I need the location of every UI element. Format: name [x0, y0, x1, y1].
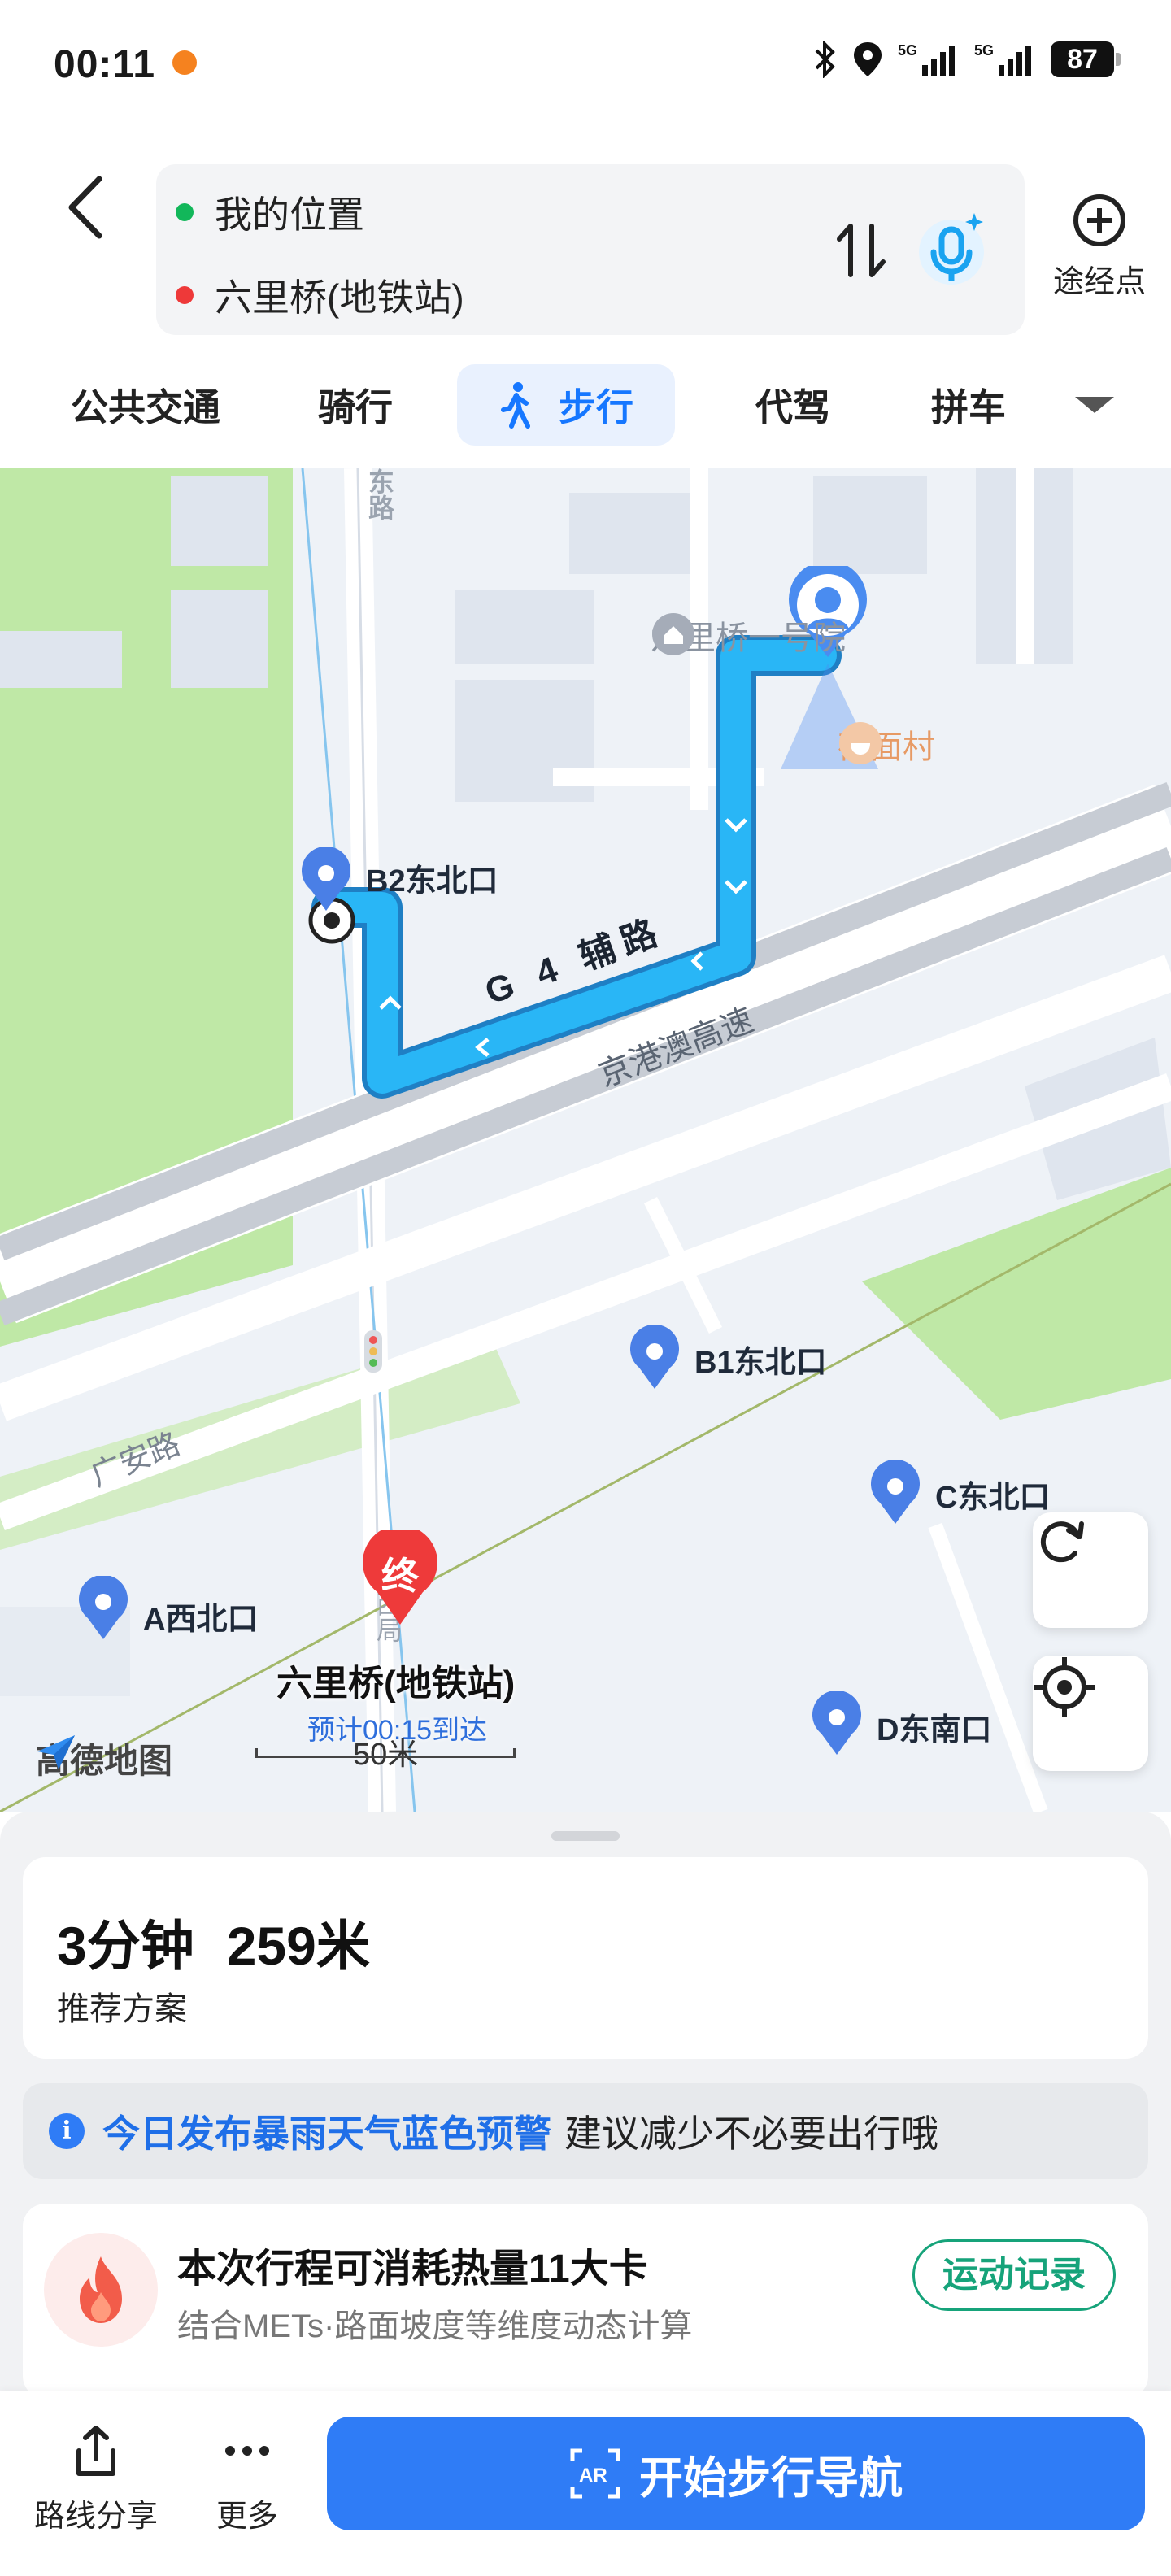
add-waypoint-button[interactable]: 途经点	[1043, 192, 1156, 301]
road-label-east: 东路	[365, 468, 394, 520]
destination-label: 六里桥(地铁站)	[215, 276, 464, 319]
refresh-icon	[1040, 1521, 1084, 1563]
building	[813, 476, 927, 574]
location-icon	[854, 42, 882, 76]
exit-label-b2[interactable]: B2东北口	[366, 855, 498, 900]
poi-yard-label[interactable]: 六里桥一号院	[651, 611, 846, 659]
alert-text: 建议减少不必要出行哦	[564, 2113, 938, 2155]
origin-label: 我的位置	[215, 194, 364, 236]
exit-label-d[interactable]: D东南口	[877, 1704, 991, 1749]
status-icons: 5G 5G 87	[813, 41, 1121, 78]
tab-cycling[interactable]: 骑行	[294, 364, 416, 446]
start-walking-navigation-button[interactable]: AR 开始步行导航	[327, 2417, 1145, 2530]
route-input-panel: 我的位置 六里桥(地铁站)	[156, 164, 1025, 335]
map-brand: 高德地图	[36, 1734, 172, 1783]
walking-icon	[501, 382, 530, 429]
battery-indicator: 87	[1051, 41, 1121, 77]
exit-label-a[interactable]: A西北口	[143, 1594, 258, 1638]
poi-restaurant-label[interactable]: 莜面村	[838, 720, 935, 768]
notification-dot	[172, 50, 197, 75]
refresh-route-button[interactable]	[1033, 1512, 1148, 1628]
building	[0, 631, 122, 688]
calorie-subtitle: 结合METs·路面坡度等维度动态计算	[177, 2308, 693, 2344]
info-icon: i	[49, 2113, 85, 2149]
exit-pin-icon[interactable]	[299, 847, 353, 912]
origin-dot-icon	[176, 203, 194, 221]
building	[171, 590, 268, 688]
back-button[interactable]	[57, 171, 114, 244]
more-modes-dropdown-icon[interactable]	[1075, 397, 1114, 413]
destination-map-title: 六里桥(地铁站)	[276, 1664, 516, 1704]
share-icon	[76, 2426, 115, 2476]
exit-label-c[interactable]: C东北口	[935, 1472, 1050, 1516]
transport-mode-tabs: 公共交通 骑行 步行 代驾 拼车	[0, 358, 1171, 455]
plan-summary: 3分钟 259米	[57, 1903, 403, 1981]
share-route-button[interactable]: 路线分享	[31, 2423, 161, 2535]
signal-5g-icon: 5G	[898, 42, 955, 76]
destination-marker[interactable]: 终	[361, 1530, 439, 1628]
waypoint-label: 途经点	[1052, 265, 1146, 299]
signal-5g-icon-2: 5G	[974, 42, 1031, 76]
origin-row[interactable]: 我的位置	[176, 185, 364, 239]
amap-logo-icon	[37, 1735, 75, 1769]
weather-alert-bar[interactable]: i 今日发布暴雨天气蓝色预警 建议减少不必要出行哦	[23, 2083, 1148, 2179]
start-navigation-label: 开始步行导航	[639, 2453, 903, 2503]
tab-designated-driver[interactable]: 代驾	[732, 364, 854, 446]
building	[171, 476, 268, 566]
tab-walking-label: 步行	[559, 386, 633, 429]
tab-walking[interactable]: 步行	[457, 364, 675, 446]
flame-icon	[44, 2233, 158, 2347]
exit-pin-icon[interactable]	[810, 1691, 864, 1756]
plan-distance: 259米	[226, 1916, 370, 1976]
tab-public-transit[interactable]: 公共交通	[52, 364, 239, 446]
route-plan-card[interactable]: 3分钟 259米 推荐方案	[23, 1857, 1148, 2059]
destination-dot-icon	[176, 286, 194, 304]
more-label: 更多	[215, 2500, 278, 2534]
scale-bar	[255, 1748, 516, 1758]
more-button[interactable]: 更多	[198, 2423, 296, 2535]
tab-carpool[interactable]: 拼车	[908, 364, 1030, 446]
sheet-drag-handle[interactable]	[551, 1831, 620, 1841]
status-time: 00:11	[54, 43, 156, 86]
route-map[interactable]: 东路 六里桥一号院 莜面村 G 4 辅路 京港澳高速 广安路 西局 B2东北口 …	[0, 468, 1171, 1812]
add-circle-icon	[1073, 194, 1125, 246]
status-bar: 00:11 5G 5G 87	[0, 0, 1171, 130]
building-poi-icon	[652, 613, 694, 655]
restaurant-poi-icon	[839, 722, 882, 764]
plan-duration: 3分钟	[57, 1916, 194, 1976]
more-dots-icon	[225, 2446, 269, 2456]
locate-me-button[interactable]	[1033, 1656, 1148, 1771]
calorie-title: 本次行程可消耗热量11大卡	[177, 2247, 648, 2291]
destination-badge: 终	[381, 1555, 419, 1597]
alert-highlight: 今日发布暴雨天气蓝色预警	[102, 2113, 551, 2155]
voice-input-icon[interactable]	[911, 207, 992, 288]
building	[569, 493, 691, 574]
map-scale: 50米	[255, 1729, 516, 1772]
svg-text:5G: 5G	[974, 42, 994, 59]
svg-text:5G: 5G	[898, 42, 917, 59]
exit-pin-icon[interactable]	[628, 1325, 681, 1390]
crosshair-icon	[1034, 1657, 1095, 1717]
bottom-action-bar: 路线分享 更多 AR 开始步行导航	[0, 2391, 1171, 2576]
destination-row[interactable]: 六里桥(地铁站)	[176, 268, 464, 322]
exit-label-b1[interactable]: B1东北口	[694, 1337, 827, 1382]
share-label: 路线分享	[33, 2500, 158, 2534]
svg-text:AR: AR	[579, 2465, 607, 2487]
ar-icon: AR	[570, 2448, 620, 2499]
exit-pin-icon[interactable]	[76, 1576, 130, 1641]
plan-label: 推荐方案	[57, 1991, 187, 2027]
bluetooth-icon	[815, 41, 835, 78]
exit-pin-icon[interactable]	[868, 1460, 922, 1525]
building	[455, 590, 594, 664]
exercise-record-button[interactable]: 运动记录	[912, 2239, 1116, 2311]
swap-icon[interactable]	[829, 218, 895, 283]
calorie-card: 本次行程可消耗热量11大卡 结合METs·路面坡度等维度动态计算 运动记录	[23, 2204, 1148, 2399]
